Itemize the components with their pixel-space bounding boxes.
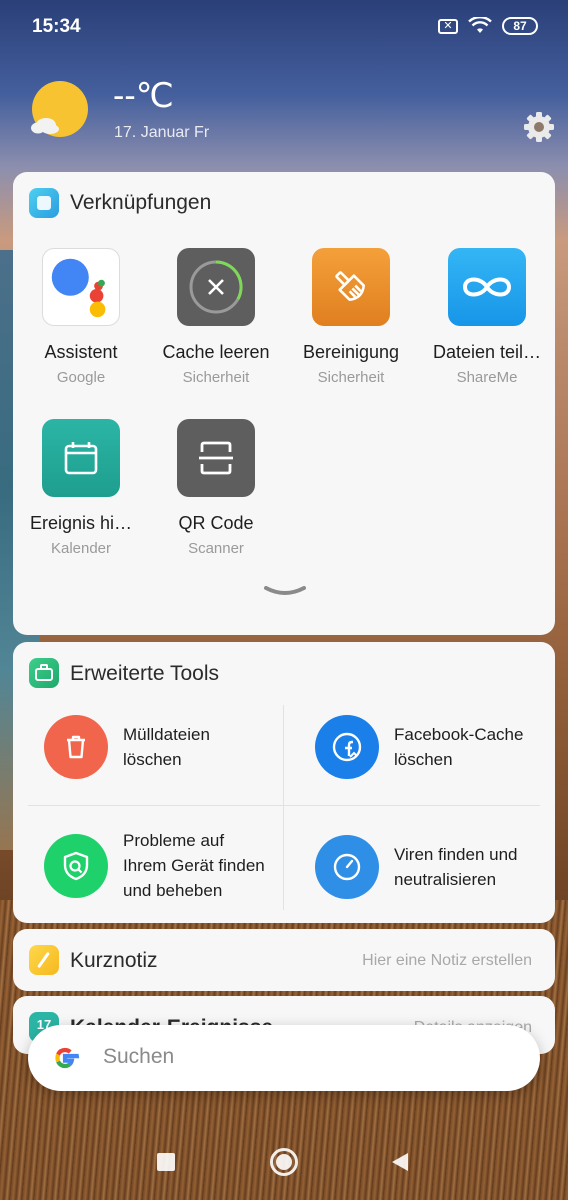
quick-note-placeholder: Hier eine Notiz erstellen — [362, 952, 532, 969]
back-button[interactable] — [390, 1151, 410, 1173]
weather-sun-cloud-icon[interactable] — [30, 80, 90, 140]
shortcut-label: Assistent — [44, 342, 118, 362]
shortcut-cache-clear[interactable]: Cache leeren Sicherheit — [148, 248, 284, 386]
quick-note-title: Kurznotiz — [70, 949, 158, 972]
battery-icon: 87 — [502, 17, 538, 35]
shield-search-icon — [44, 833, 108, 898]
shortcut-sublabel: Kalender — [50, 540, 112, 557]
shortcut-cleanup[interactable]: Bereinigung Sicherheit — [283, 248, 419, 386]
shortcut-qr-scanner[interactable]: QR Code Scanner — [148, 419, 284, 557]
tool-label: Mülldateien löschen — [123, 725, 210, 769]
google-g-icon — [55, 1047, 80, 1069]
calendar-icon — [42, 419, 120, 497]
broom-icon — [312, 248, 390, 326]
shortcuts-card-title: Verknüpfungen — [70, 191, 212, 214]
shortcut-sublabel: Google — [56, 369, 106, 386]
shortcut-sublabel: Scanner — [188, 540, 244, 557]
shortcut-label: QR Code — [178, 513, 254, 533]
google-search-bar[interactable]: Suchen — [28, 1025, 540, 1091]
tool-device-problems[interactable]: Probleme auf Ihrem Gerät finden und behe… — [44, 828, 265, 903]
shortcut-label: Bereinigung — [302, 342, 400, 362]
google-assistant-icon — [42, 248, 120, 326]
wifi-icon — [468, 17, 492, 33]
chevron-down-icon[interactable] — [263, 584, 307, 600]
shortcut-label: Dateien teil… — [432, 342, 542, 362]
tool-junk-files[interactable]: Mülldateien löschen — [44, 715, 210, 779]
no-sim-icon: ✕ — [438, 18, 458, 34]
tools-divider-horizontal — [28, 805, 540, 806]
note-pencil-icon — [29, 945, 59, 975]
home-button[interactable] — [269, 1147, 299, 1177]
tools-divider-vertical — [283, 705, 284, 910]
shortcut-sublabel: Sicherheit — [317, 369, 385, 386]
shortcut-assistant[interactable]: Assistent Google — [13, 248, 149, 386]
facebook-clean-icon — [315, 715, 379, 779]
search-placeholder: Suchen — [103, 1045, 175, 1068]
shortcut-sublabel: Sicherheit — [182, 369, 250, 386]
toolbox-icon — [29, 658, 59, 688]
infinity-icon — [448, 248, 526, 326]
qr-scanner-icon — [177, 419, 255, 497]
tool-label: Facebook-Cache löschen — [394, 725, 524, 769]
advanced-tools-card-title: Erweiterte Tools — [70, 662, 220, 685]
status-icons: ✕ 87 — [438, 17, 538, 35]
shortcut-calendar-event[interactable]: Ereignis hi… Kalender — [13, 419, 149, 557]
weather-temperature[interactable]: --℃ — [113, 76, 174, 116]
shortcut-sublabel: ShareMe — [456, 369, 518, 386]
shortcuts-card: Verknüpfungen Assistent Google Cache lee… — [13, 172, 555, 635]
status-bar: 15:34 ✕ 87 — [0, 0, 568, 56]
shortcuts-card-icon — [29, 188, 59, 218]
tool-label: Viren finden und neutralisieren — [394, 845, 518, 889]
shortcut-shareme[interactable]: Dateien teil… ShareMe — [419, 248, 555, 386]
quick-note-card[interactable]: Kurznotiz Hier eine Notiz erstellen — [13, 929, 555, 991]
trash-icon — [44, 715, 108, 779]
recents-button[interactable] — [157, 1153, 175, 1171]
tool-facebook-cache[interactable]: Facebook-Cache löschen — [315, 715, 523, 779]
tool-label: Probleme auf Ihrem Gerät finden und behe… — [123, 831, 265, 900]
gear-icon[interactable] — [523, 111, 555, 143]
cache-clear-icon — [177, 248, 255, 326]
shortcut-label: Cache leeren — [162, 342, 270, 362]
status-time: 15:34 — [32, 16, 81, 37]
antivirus-icon — [315, 835, 379, 899]
weather-date: 17. Januar Fr — [114, 124, 210, 141]
tool-virus-scan[interactable]: Viren finden und neutralisieren — [315, 835, 518, 899]
shortcut-label: Ereignis hi… — [29, 513, 133, 533]
